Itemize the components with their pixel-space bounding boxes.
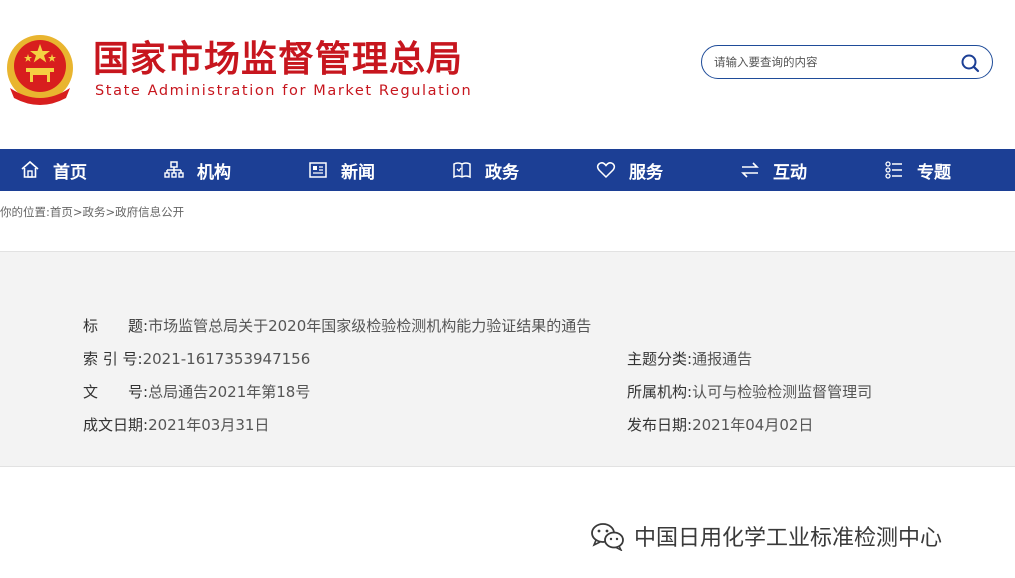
nav-item-service[interactable]: 服务 [596,149,663,191]
wechat-icon [591,523,624,551]
site-title: 国家市场监督管理总局 [93,39,464,80]
watermark-text: 中国日用化学工业标准检测中心 [634,526,943,551]
created-date-value: 2021年03月31日 [148,416,270,434]
nav-item-affairs[interactable]: 政务 [452,149,519,191]
search-box [701,45,993,79]
nav-label: 服务 [629,162,663,183]
published-date-value: 2021年04月02日 [692,416,814,434]
doc-number-value: 总局通告2021年第18号 [148,383,311,401]
list-icon [885,161,902,179]
search-icon[interactable] [960,53,980,73]
title-value: 市场监管总局关于2020年国家级检验检测机构能力验证结果的通告 [148,317,592,335]
nav-label: 政务 [485,162,519,183]
nav-label: 专题 [917,162,951,183]
search-input[interactable] [712,52,952,72]
nav-item-org[interactable]: 机构 [164,149,231,191]
site-subtitle: State Administration for Market Regulati… [95,83,473,99]
info-row-created-date: 成文日期:2021年03月31日 [83,414,269,436]
info-row-published-date: 发布日期:2021年04月02日 [627,414,813,436]
nav-label: 机构 [197,162,231,183]
nav-item-home[interactable]: 首页 [20,149,87,191]
info-row-department: 所属机构:认可与检验检测监督管理司 [627,381,872,403]
breadcrumb-affairs[interactable]: 政务 [83,205,106,219]
index-value: 2021-1617353947156 [142,350,311,368]
nav-label: 互动 [773,162,807,183]
national-emblem-icon [7,35,73,105]
breadcrumb-separator: > [72,205,83,219]
document-info-panel: 标 题:市场监管总局关于2020年国家级检验检测机构能力验证结果的通告 索 引 … [0,251,1015,467]
org-chart-icon [164,161,184,178]
heart-icon [596,162,616,179]
info-row-doc-number: 文 号:总局通告2021年第18号 [83,381,310,403]
nav-item-interaction[interactable]: 互动 [740,149,807,191]
breadcrumb-home[interactable]: 首页 [50,205,73,219]
exchange-arrows-icon [741,162,759,178]
doc-number-label: 文 号: [83,383,149,401]
index-label: 索 引 号: [83,350,143,368]
nav-label: 首页 [53,162,87,183]
created-date-label: 成文日期: [83,416,149,434]
book-icon [453,162,471,179]
main-nav: 首页 机构 新闻 政务 服务 互动 专题 [0,149,1015,191]
nav-item-topics[interactable]: 专题 [884,149,951,191]
site-header: 国家市场监督管理总局 State Administration for Mark… [0,0,1015,149]
info-row-index: 索 引 号:2021-1617353947156 [83,348,310,370]
breadcrumb: 你的位置:首页>政务>政府信息公开 [0,204,184,220]
nav-item-news[interactable]: 新闻 [308,149,375,191]
breadcrumb-separator: > [105,205,116,219]
wechat-watermark: 中国日用化学工业标准检测中心 [590,520,942,552]
title-label: 标 题: [83,317,149,335]
nav-label: 新闻 [341,162,375,183]
department-value: 认可与检验检测监督管理司 [692,383,873,401]
published-date-label: 发布日期: [627,416,693,434]
newspaper-icon [309,162,327,178]
info-row-topic: 主题分类:通报通告 [627,348,752,370]
breadcrumb-gov-info[interactable]: 政府信息公开 [115,205,184,219]
info-row-title: 标 题:市场监管总局关于2020年国家级检验检测机构能力验证结果的通告 [83,315,591,337]
department-label: 所属机构: [627,383,693,401]
home-icon [21,160,39,178]
topic-value: 通报通告 [692,350,753,368]
breadcrumb-prefix: 你的位置: [0,205,50,219]
topic-label: 主题分类: [627,350,693,368]
